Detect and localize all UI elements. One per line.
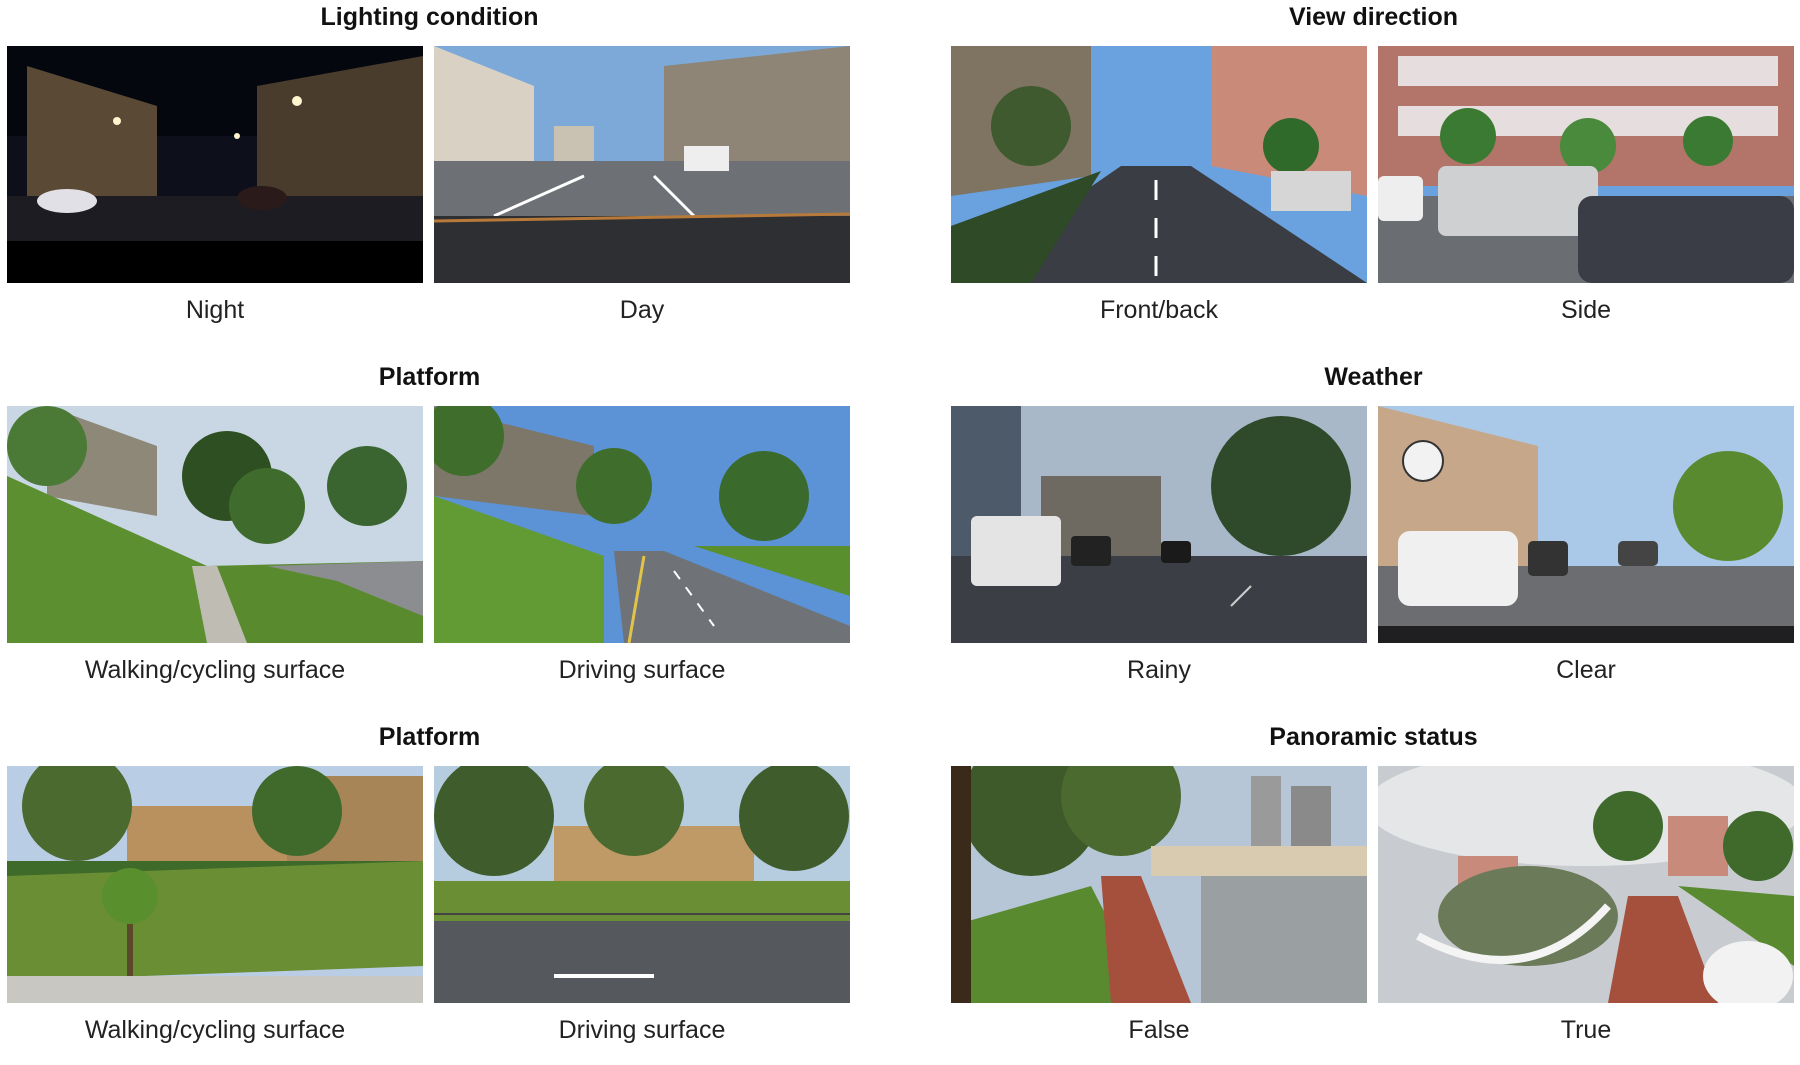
photo-night-street xyxy=(7,46,423,283)
photo-panoramic xyxy=(1378,766,1794,1003)
photo-front-back-view xyxy=(951,46,1367,283)
section-weather: Weather Rainy Clear xyxy=(951,360,1796,705)
caption-right: Driving surface xyxy=(558,656,726,684)
photo-rainy-street xyxy=(951,406,1367,643)
caption-right: Side xyxy=(1560,296,1612,324)
photo-non-panoramic xyxy=(951,766,1367,1003)
caption-left: Night xyxy=(185,296,245,324)
photo-clear-street xyxy=(1378,406,1794,643)
caption-right: True xyxy=(1560,1016,1612,1044)
section-panoramic-status: Panoramic status False True xyxy=(951,720,1796,1065)
photo-walking-surface xyxy=(7,406,423,643)
section-view-direction: View direction Front/back Side xyxy=(951,0,1796,345)
photo-day-street xyxy=(434,46,850,283)
section-title: Panoramic status xyxy=(1269,723,1478,751)
section-title: Platform xyxy=(378,723,481,751)
photo-side-view xyxy=(1378,46,1794,283)
caption-left: False xyxy=(1128,1016,1190,1044)
section-platform-1: Platform Walking/cycling surface Driving… xyxy=(7,360,852,705)
section-title: View direction xyxy=(1288,3,1459,31)
caption-left: Front/back xyxy=(1099,296,1219,324)
section-platform-2: Platform Walking/cycling surface Driving… xyxy=(7,720,852,1065)
section-title: Weather xyxy=(1324,363,1423,391)
section-title: Platform xyxy=(378,363,481,391)
caption-left: Walking/cycling surface xyxy=(84,1016,346,1044)
photo-walking-surface xyxy=(7,766,423,1003)
section-lighting-condition: Lighting condition Night Day xyxy=(7,0,852,345)
caption-left: Rainy xyxy=(1127,656,1191,684)
section-title: Lighting condition xyxy=(320,3,539,31)
photo-driving-surface xyxy=(434,766,850,1003)
caption-right: Driving surface xyxy=(558,1016,726,1044)
photo-driving-surface xyxy=(434,406,850,643)
caption-left: Walking/cycling surface xyxy=(84,656,346,684)
caption-right: Day xyxy=(619,296,665,324)
caption-right: Clear xyxy=(1556,656,1616,684)
